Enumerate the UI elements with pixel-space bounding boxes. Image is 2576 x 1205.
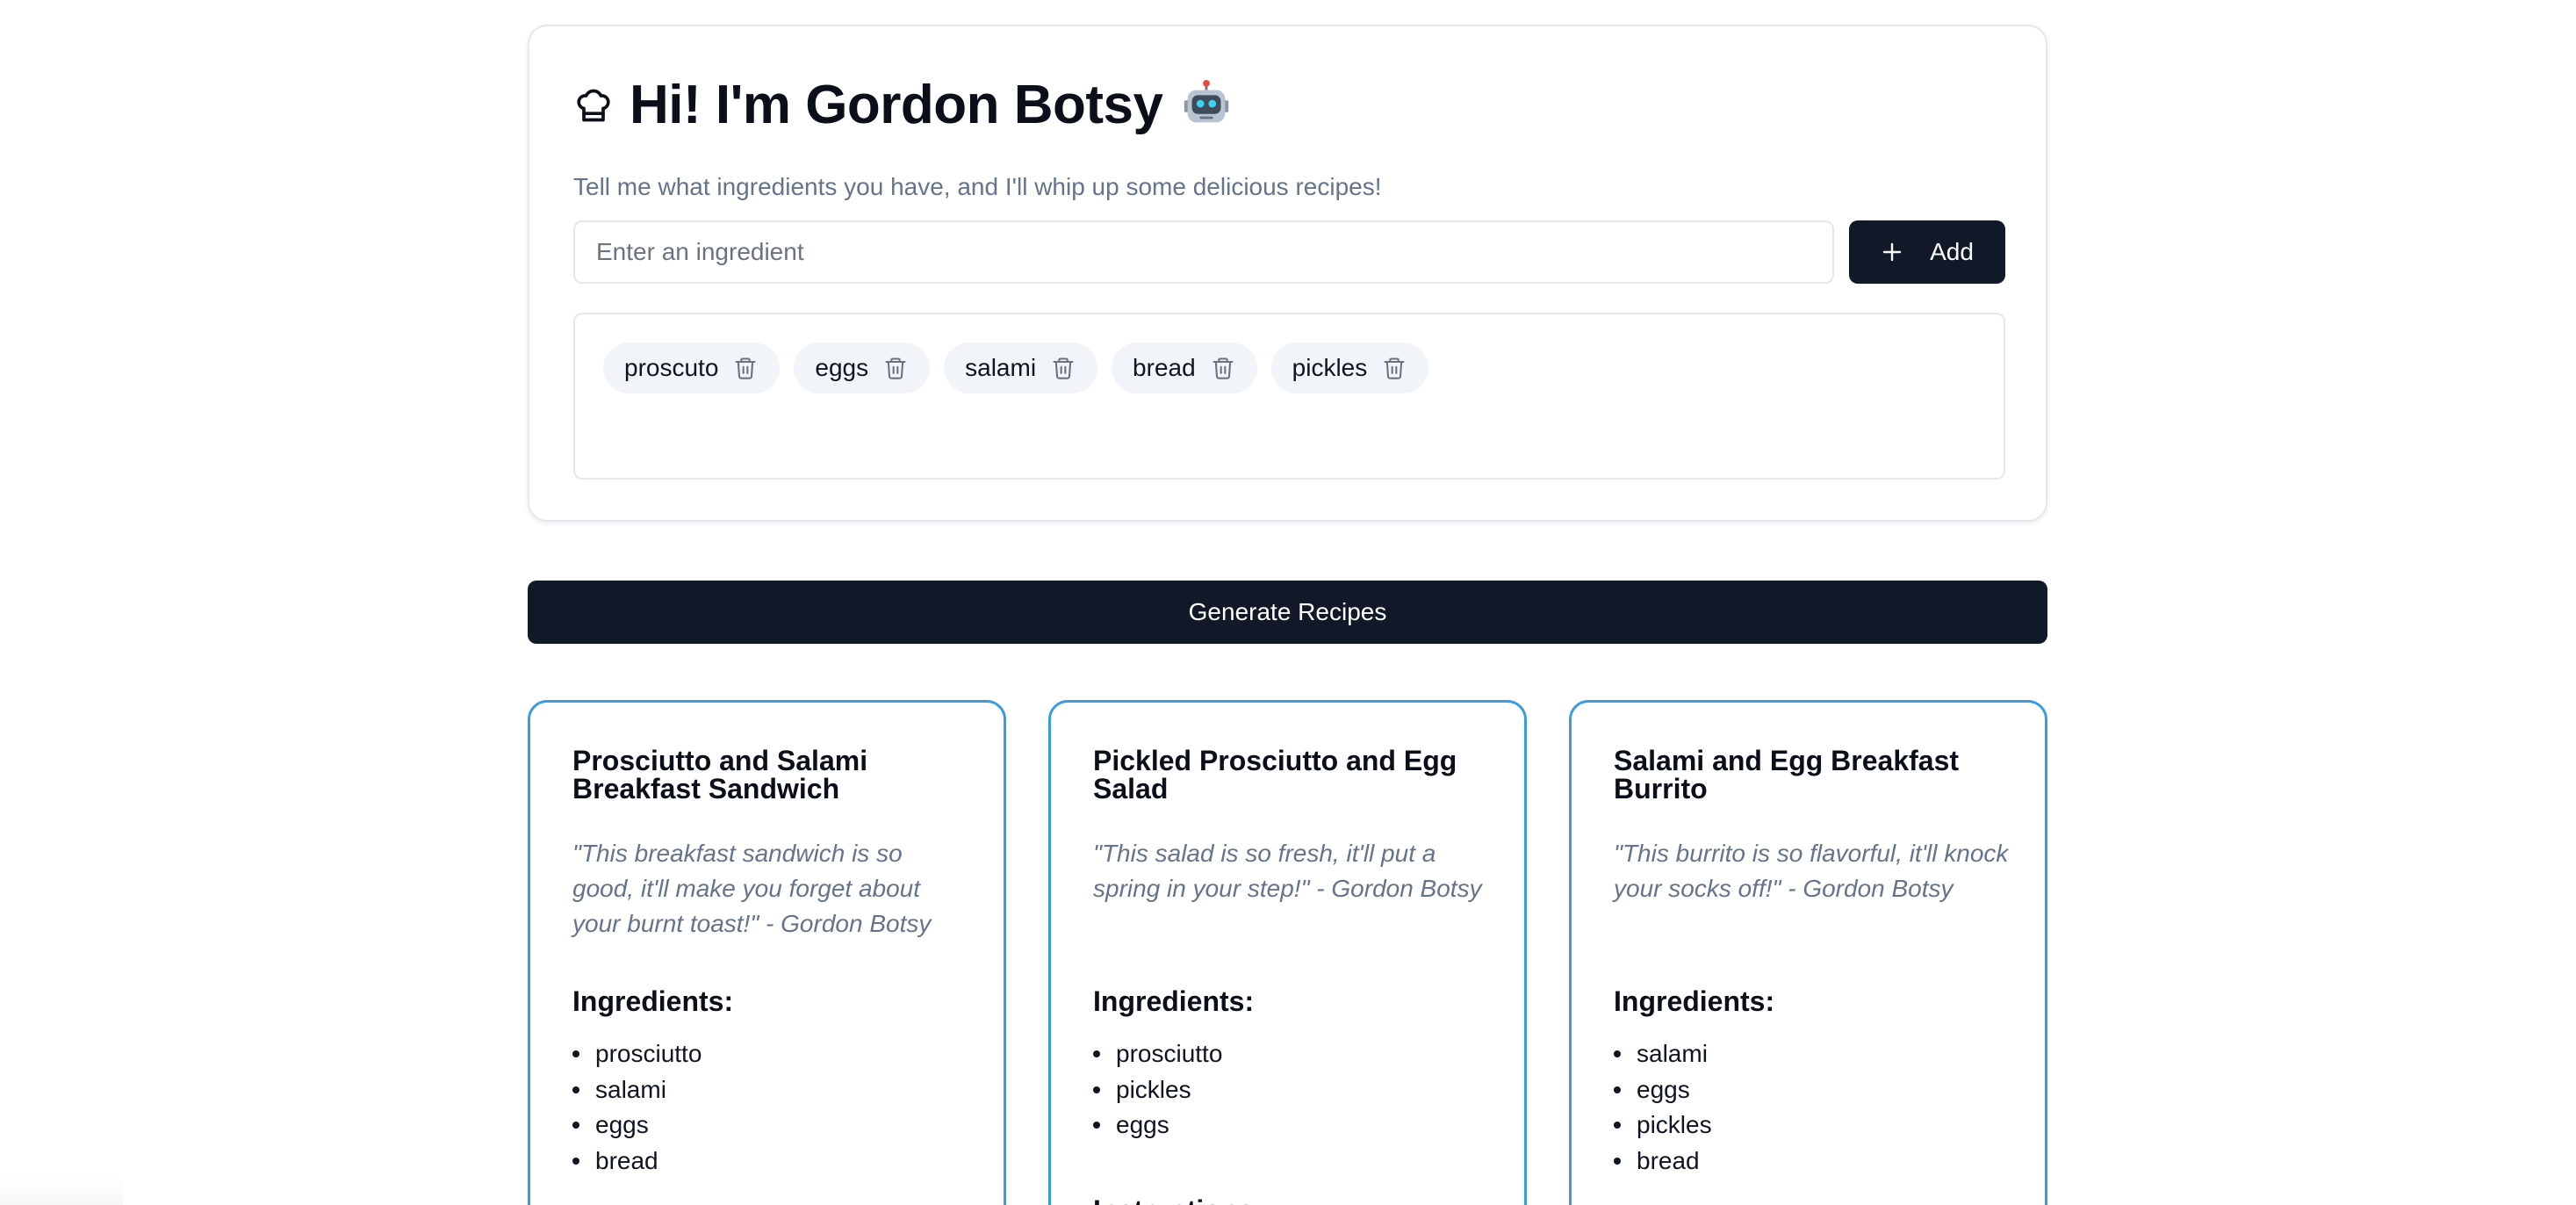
ingredients-heading: Ingredients:	[1093, 985, 1255, 1017]
trash-icon[interactable]	[1381, 355, 1407, 381]
chip-label: proscuto	[624, 354, 719, 381]
list-item: pickles	[1614, 1108, 1712, 1144]
ingredients-list: salami eggs pickles bread	[1614, 1036, 1712, 1179]
chip-label: pickles	[1292, 354, 1368, 381]
list-item: eggs	[572, 1108, 702, 1144]
ingredients-list: prosciutto pickles eggs	[1093, 1036, 1222, 1144]
list-item: prosciutto	[1093, 1036, 1222, 1072]
list-item: eggs	[1093, 1108, 1222, 1144]
ingredients-heading: Ingredients:	[1614, 985, 1775, 1017]
plus-icon	[1881, 241, 1903, 263]
page-subtitle: Tell me what ingredients you have, and I…	[573, 173, 1382, 200]
ingredient-input[interactable]	[573, 220, 1834, 284]
robot-icon	[1177, 76, 1235, 134]
ingredients-heading: Ingredients:	[572, 985, 734, 1017]
chip-label: salami	[965, 354, 1037, 381]
ingredients-list: prosciutto salami eggs bread	[572, 1036, 702, 1179]
recipe-quote: "This breakfast sandwich is so good, it'…	[572, 840, 932, 937]
trash-icon[interactable]	[1050, 355, 1076, 381]
list-item: salami	[572, 1072, 702, 1108]
ingredient-card: Hi! I'm Gordon Botsy Tell me what ingred…	[528, 25, 2047, 522]
corner-shadow	[0, 1177, 123, 1205]
title-row: Hi! I'm Gordon Botsy	[573, 70, 1235, 141]
add-button[interactable]: Add	[1849, 220, 2005, 284]
list-item: prosciutto	[572, 1036, 702, 1072]
recipe-title: Prosciutto and Salami Breakfast Sandwich	[572, 745, 868, 805]
list-item: bread	[1614, 1144, 1712, 1180]
chef-hat-icon	[573, 85, 614, 126]
list-item: pickles	[1093, 1072, 1222, 1108]
recipe-quote: "This burrito is so flavorful, it'll kno…	[1614, 840, 2009, 902]
page: Hi! I'm Gordon Botsy Tell me what ingred…	[0, 0, 2576, 1205]
list-item: salami	[1614, 1036, 1712, 1072]
generate-recipes-button[interactable]: Generate Recipes	[528, 581, 2047, 644]
list-item: bread	[572, 1144, 702, 1180]
trash-icon[interactable]	[882, 355, 909, 381]
trash-icon[interactable]	[1210, 355, 1236, 381]
list-item: eggs	[1614, 1072, 1712, 1108]
ingredient-chip: pickles	[1270, 343, 1429, 393]
ingredient-chip: salami	[944, 343, 1098, 393]
chip-label: bread	[1133, 354, 1196, 381]
ingredient-chip: proscuto	[603, 343, 781, 393]
ingredient-chip-list: proscuto eggs salami bread pickles	[573, 313, 2005, 480]
recipe-card: Prosciutto and Salami Breakfast Sandwich…	[528, 700, 1006, 1205]
ingredient-chip: eggs	[794, 343, 931, 393]
page-title: Hi! I'm Gordon Botsy	[630, 75, 1163, 135]
ingredient-chip: bread	[1112, 343, 1257, 393]
recipe-card: Pickled Prosciutto and Egg Salad "This s…	[1048, 700, 1527, 1205]
instructions-heading: Instructions:	[1093, 1193, 1263, 1205]
add-button-label: Add	[1930, 238, 1974, 265]
recipe-quote: "This salad is so fresh, it'll put a spr…	[1093, 840, 1482, 902]
chip-label: eggs	[815, 354, 869, 381]
recipe-title: Pickled Prosciutto and Egg Salad	[1093, 745, 1457, 805]
trash-icon[interactable]	[732, 355, 759, 381]
recipe-card: Salami and Egg Breakfast Burrito "This b…	[1569, 700, 2047, 1205]
recipe-title: Salami and Egg Breakfast Burrito	[1614, 745, 1960, 805]
